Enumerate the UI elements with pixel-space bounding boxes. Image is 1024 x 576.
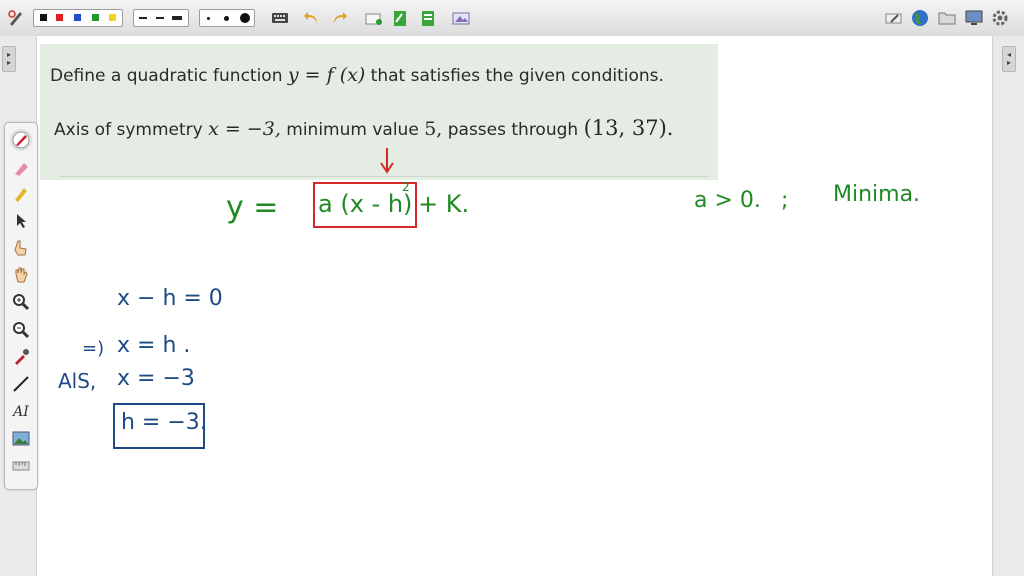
given-point: (13, 37). xyxy=(583,116,674,140)
highlighter-eraser-icon[interactable] xyxy=(10,157,32,179)
step-equation-3: x = −3 xyxy=(117,366,195,391)
pen-size-group xyxy=(199,9,255,27)
zoom-out-icon[interactable] xyxy=(10,319,32,341)
red-arrow-annotation xyxy=(380,148,394,174)
formula-constant: + K. xyxy=(418,190,470,218)
eraser-icon[interactable] xyxy=(884,8,904,28)
axis-value: x = −3, xyxy=(208,118,281,140)
color-palette xyxy=(33,9,123,27)
right-rail: ◂ ▸ xyxy=(992,36,1024,576)
vertex-form-term: a (x - h) xyxy=(318,190,413,218)
question-text: passes through xyxy=(447,120,579,140)
implies-symbol: =) xyxy=(82,338,105,359)
zoom-in-icon[interactable] xyxy=(10,291,32,313)
pen-size-medium[interactable] xyxy=(224,16,229,21)
color-swatch-black[interactable] xyxy=(40,14,47,21)
aos-label: AlS, xyxy=(58,369,97,393)
minimum-value: 5, xyxy=(424,118,443,140)
right-panel-toggle[interactable]: ◂ ▸ xyxy=(1002,46,1016,72)
keyboard-icon[interactable] xyxy=(270,8,290,28)
screen-capture-icon[interactable] xyxy=(451,8,471,28)
pen-size-small[interactable] xyxy=(207,17,210,20)
folder-icon[interactable] xyxy=(937,8,957,28)
hand-icon[interactable] xyxy=(10,264,32,286)
undo-icon[interactable] xyxy=(302,8,322,28)
minima-note: Minima. xyxy=(833,182,921,207)
left-panel-toggle[interactable]: ▸ ▸ xyxy=(2,46,16,72)
question-line-2: Axis of symmetry x = −3, minimum value 5… xyxy=(54,116,673,140)
function-notation: y = f (x) xyxy=(287,64,366,86)
tool-panel: AI xyxy=(4,122,38,490)
result-value: h = −3. xyxy=(121,410,207,435)
display-icon[interactable] xyxy=(964,8,984,28)
pen-icon[interactable] xyxy=(10,129,32,151)
question-text: that satisfies the given conditions. xyxy=(370,66,664,86)
question-text: Define a quadratic function xyxy=(50,66,283,86)
color-swatch-yellow[interactable] xyxy=(109,14,116,21)
pen-size-large[interactable] xyxy=(240,13,250,23)
new-page-icon[interactable] xyxy=(364,8,384,28)
line-icon[interactable] xyxy=(10,373,32,395)
pointer-icon[interactable] xyxy=(10,210,32,232)
globe-icon[interactable] xyxy=(910,8,930,28)
image-icon[interactable] xyxy=(10,428,32,450)
question-line-1: Define a quadratic function y = f (x) th… xyxy=(50,64,664,86)
hand-pointer-icon[interactable] xyxy=(10,237,32,259)
color-swatch-blue[interactable] xyxy=(74,14,81,21)
formula-lhs: y = xyxy=(226,190,279,225)
pen-settings-icon[interactable] xyxy=(6,8,26,28)
highlighter-icon[interactable] xyxy=(10,183,32,205)
redo-icon[interactable] xyxy=(329,8,349,28)
exponent: 2 xyxy=(402,180,410,194)
separator-text: ; xyxy=(781,188,789,213)
line-thick-option[interactable] xyxy=(172,16,182,20)
page-list-icon[interactable] xyxy=(418,8,438,28)
step-equation-1: x − h = 0 xyxy=(117,286,223,311)
question-text: minimum value xyxy=(286,120,419,140)
page-icon[interactable] xyxy=(390,8,410,28)
question-divider xyxy=(60,176,710,177)
settings-icon[interactable] xyxy=(990,8,1010,28)
top-toolbar xyxy=(0,0,1024,37)
question-text: Axis of symmetry xyxy=(54,120,203,140)
text-icon[interactable]: AI xyxy=(10,401,32,423)
line-style-group xyxy=(133,9,189,27)
color-swatch-green[interactable] xyxy=(92,14,99,21)
condition-text: a > 0. xyxy=(694,188,761,213)
ruler-icon[interactable] xyxy=(10,455,32,477)
color-swatch-red[interactable] xyxy=(56,14,63,21)
line-medium-option[interactable] xyxy=(156,17,164,19)
eyedropper-icon[interactable] xyxy=(10,346,32,368)
line-thin-option[interactable] xyxy=(139,17,147,19)
step-equation-2: x = h . xyxy=(117,333,191,358)
